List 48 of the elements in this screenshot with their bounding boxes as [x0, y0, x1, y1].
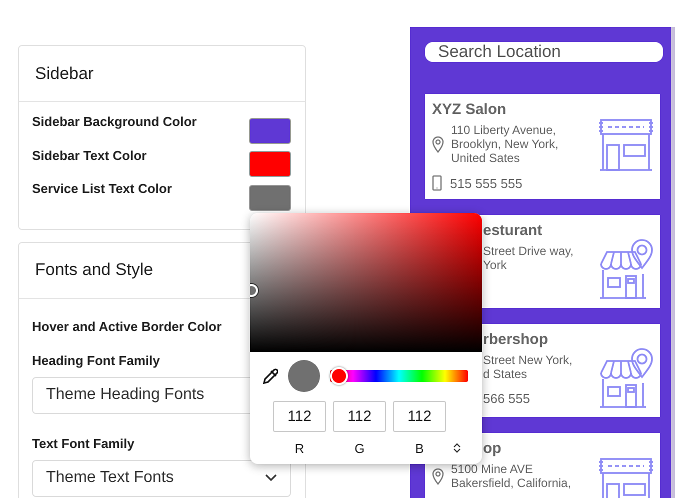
address-line: Brooklyn, New York,: [451, 137, 558, 151]
color-setting-label: Sidebar Text Color: [32, 148, 147, 162]
chevron-down-icon: [265, 474, 277, 482]
card-title: Fonts and Style: [35, 260, 154, 280]
address-line: Street New York,: [483, 353, 572, 367]
shop-location-icon: [598, 347, 654, 409]
phone-number: 515 555 555: [450, 176, 522, 190]
storefront-icon: [598, 117, 654, 173]
eyedropper-icon[interactable]: [262, 367, 278, 385]
location-name: esturant: [483, 222, 542, 239]
phone-number: 566 555: [483, 391, 530, 406]
color-swatch[interactable]: [249, 184, 291, 211]
address-line: 110 Liberty Avenue,: [451, 123, 557, 137]
hue-thumb[interactable]: [330, 367, 348, 385]
channel-input[interactable]: 112: [393, 401, 446, 432]
color-setting-label: Hover and Active Border Color: [32, 318, 222, 334]
hue-slider[interactable]: [330, 370, 468, 382]
address-line: York: [483, 258, 508, 272]
address-line: United Sates: [451, 151, 521, 165]
location-card[interactable]: XYZ Salon 110 Liberty Avenue, Brooklyn, New York, United Sates 515 555 555: [425, 94, 660, 199]
color-setting-label: Sidebar Background Color: [32, 114, 197, 129]
address-line: d States: [483, 367, 528, 381]
search-field[interactable]: Search Location: [425, 42, 663, 62]
storefront-icon: [598, 456, 654, 498]
location-name: XYZ Salon: [432, 101, 506, 118]
channel-input[interactable]: 112: [273, 401, 326, 432]
address-line: Bakersfield, California,: [451, 476, 572, 490]
address-line: 5100 Mine AVE: [451, 462, 534, 476]
location-pin-icon: [432, 468, 444, 484]
color-swatch[interactable]: [249, 151, 291, 178]
shop-location-icon: [598, 238, 654, 300]
mode-toggle-icon[interactable]: [453, 443, 461, 453]
address-line: Street Drive way,: [483, 244, 574, 258]
channel-label: B: [415, 441, 424, 456]
channel-label: G: [354, 441, 365, 456]
location-name: op: [483, 440, 502, 457]
channel-label: R: [294, 441, 304, 456]
saturation-area[interactable]: [250, 213, 482, 352]
color-setting-label: Service List Text Color: [32, 181, 172, 196]
font-select[interactable]: Theme Text Fonts: [32, 460, 291, 496]
location-name: rbershop: [483, 331, 548, 348]
field-label: Heading Font Family: [32, 352, 160, 368]
location-pin-icon: [432, 136, 444, 152]
card-title: Sidebar: [35, 64, 94, 84]
channel-input[interactable]: 112: [333, 401, 386, 432]
color-swatch[interactable]: [249, 118, 291, 144]
field-label: Text Font Family: [32, 436, 134, 450]
phone-icon: [432, 175, 442, 191]
